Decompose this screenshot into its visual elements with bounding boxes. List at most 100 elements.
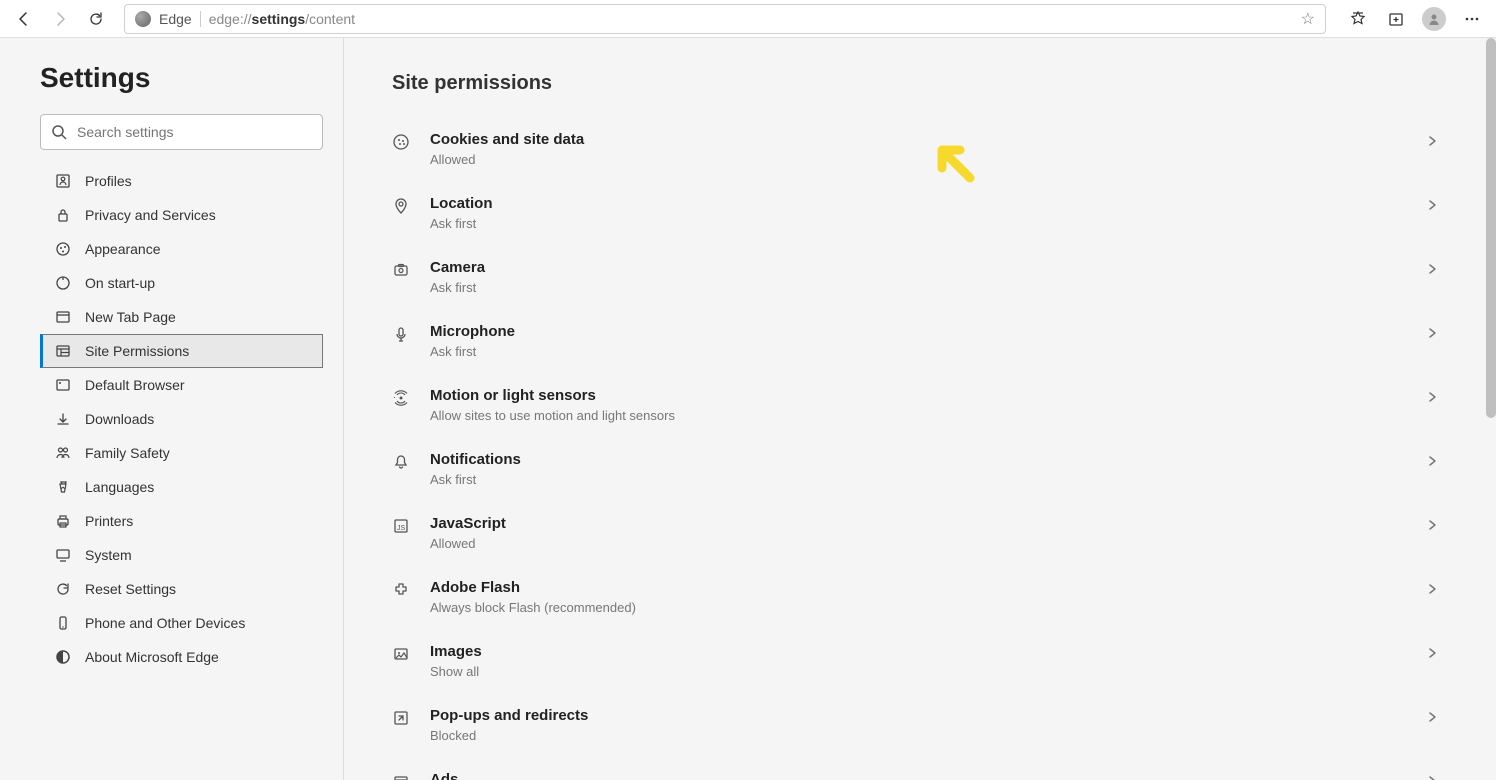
nav-icon xyxy=(55,309,71,325)
nav-label: Reset Settings xyxy=(85,581,176,597)
nav-icon xyxy=(55,513,71,529)
nav-icon xyxy=(55,241,71,257)
permission-icon xyxy=(392,261,410,279)
permission-title: Camera xyxy=(430,259,1406,276)
permission-icon xyxy=(392,389,410,407)
nav-icon xyxy=(55,173,71,189)
favorites-icon[interactable] xyxy=(1342,3,1374,35)
permission-subtitle: Ask first xyxy=(430,472,1406,487)
permission-body: Cookies and site dataAllowed xyxy=(430,131,1406,167)
sidebar-item-privacy-and-services[interactable]: Privacy and Services xyxy=(40,198,323,232)
svg-text:JS: JS xyxy=(397,525,406,532)
permission-body: MicrophoneAsk first xyxy=(430,323,1406,359)
permission-cookies-and-site-data[interactable]: Cookies and site dataAllowed xyxy=(392,117,1448,181)
sidebar-item-family-safety[interactable]: Family Safety xyxy=(40,436,323,470)
chevron-right-icon xyxy=(1426,455,1438,467)
permission-subtitle: Allowed xyxy=(430,152,1406,167)
url-text: edge://settings/content xyxy=(209,11,355,27)
permission-title: JavaScript xyxy=(430,515,1406,532)
scrollbar[interactable] xyxy=(1486,38,1496,418)
profile-avatar[interactable] xyxy=(1418,3,1450,35)
nav-icon xyxy=(55,207,71,223)
nav-icon xyxy=(55,275,71,291)
search-input[interactable] xyxy=(77,124,312,140)
nav-label: Printers xyxy=(85,513,133,529)
permission-title: Adobe Flash xyxy=(430,579,1406,596)
sidebar-item-printers[interactable]: Printers xyxy=(40,504,323,538)
main-content: Site permissions Cookies and site dataAl… xyxy=(344,38,1496,780)
permission-title: Motion or light sensors xyxy=(430,387,1406,404)
permission-icon xyxy=(392,133,410,151)
nav-label: Phone and Other Devices xyxy=(85,615,245,631)
permission-body: Camera Ask first xyxy=(430,259,1406,295)
sidebar-item-languages[interactable]: Languages xyxy=(40,470,323,504)
nav-label: Family Safety xyxy=(85,445,170,461)
site-label: Edge xyxy=(159,11,192,27)
permission-body: Ads xyxy=(430,771,1406,780)
chevron-right-icon xyxy=(1426,519,1438,531)
permission-icon: JS xyxy=(392,517,410,535)
sidebar-item-system[interactable]: System xyxy=(40,538,323,572)
permission-subtitle: Ask first xyxy=(430,280,1406,295)
back-button[interactable] xyxy=(8,3,40,35)
chevron-right-icon xyxy=(1426,711,1438,723)
nav-icon xyxy=(55,547,71,563)
nav-label: About Microsoft Edge xyxy=(85,649,219,665)
nav-label: Default Browser xyxy=(85,377,185,393)
permission-ads[interactable]: Ads xyxy=(392,757,1448,780)
nav-label: Appearance xyxy=(85,241,161,257)
nav-label: Downloads xyxy=(85,411,154,427)
nav-label: System xyxy=(85,547,132,563)
address-bar[interactable]: Edge edge://settings/content ☆ xyxy=(124,4,1326,34)
sidebar-item-phone-and-other-devices[interactable]: Phone and Other Devices xyxy=(40,606,323,640)
chevron-right-icon xyxy=(1426,391,1438,403)
chevron-right-icon xyxy=(1426,775,1438,780)
chevron-right-icon xyxy=(1426,327,1438,339)
nav-label: Site Permissions xyxy=(85,343,189,359)
nav-icon xyxy=(55,445,71,461)
permission-motion-or-light-sensors[interactable]: Motion or light sensorsAllow sites to us… xyxy=(392,373,1448,437)
sidebar-item-about-microsoft-edge[interactable]: About Microsoft Edge xyxy=(40,640,323,674)
permission-javascript[interactable]: JSJavaScriptAllowed xyxy=(392,501,1448,565)
nav-label: Profiles xyxy=(85,173,132,189)
sidebar-item-on-start-up[interactable]: On start-up xyxy=(40,266,323,300)
sidebar-item-profiles[interactable]: Profiles xyxy=(40,164,323,198)
permission-subtitle: Show all xyxy=(430,664,1406,679)
sidebar-item-reset-settings[interactable]: Reset Settings xyxy=(40,572,323,606)
settings-sidebar: Settings ProfilesPrivacy and ServicesApp… xyxy=(0,38,344,780)
permission-adobe-flash[interactable]: Adobe Flash Always block Flash (recommend… xyxy=(392,565,1448,629)
permission-images[interactable]: Images Show all xyxy=(392,629,1448,693)
permission-icon xyxy=(392,325,410,343)
permission-location[interactable]: LocationAsk first xyxy=(392,181,1448,245)
permission-pop-ups-and-redirects[interactable]: Pop-ups and redirectsBlocked xyxy=(392,693,1448,757)
forward-button[interactable] xyxy=(44,3,76,35)
sidebar-item-new-tab-page[interactable]: New Tab Page xyxy=(40,300,323,334)
nav-icon xyxy=(55,581,71,597)
permission-microphone[interactable]: MicrophoneAsk first xyxy=(392,309,1448,373)
search-settings-box[interactable] xyxy=(40,114,323,150)
permission-body: NotificationsAsk first xyxy=(430,451,1406,487)
favorite-star-icon[interactable]: ☆ xyxy=(1301,9,1315,29)
more-menu-icon[interactable] xyxy=(1456,3,1488,35)
permission-title: Ads xyxy=(430,771,1406,780)
refresh-button[interactable] xyxy=(80,3,112,35)
permissions-list: Cookies and site dataAllowed LocationAsk … xyxy=(392,117,1448,780)
permission-body: Images Show all xyxy=(430,643,1406,679)
collections-icon[interactable] xyxy=(1380,3,1412,35)
sidebar-item-appearance[interactable]: Appearance xyxy=(40,232,323,266)
sidebar-item-downloads[interactable]: Downloads xyxy=(40,402,323,436)
sidebar-item-site-permissions[interactable]: Site Permissions xyxy=(40,334,323,368)
permission-notifications[interactable]: NotificationsAsk first xyxy=(392,437,1448,501)
chevron-right-icon xyxy=(1426,135,1438,147)
chevron-right-icon xyxy=(1426,647,1438,659)
toolbar-right-icons xyxy=(1342,3,1488,35)
nav-label: On start-up xyxy=(85,275,155,291)
permission-camera[interactable]: Camera Ask first xyxy=(392,245,1448,309)
nav-label: New Tab Page xyxy=(85,309,176,325)
permission-subtitle: Always block Flash (recommended) xyxy=(430,600,1406,615)
sidebar-item-default-browser[interactable]: Default Browser xyxy=(40,368,323,402)
nav-icon xyxy=(55,479,71,495)
permission-title: Images xyxy=(430,643,1406,660)
nav-icon xyxy=(55,615,71,631)
permission-icon xyxy=(392,709,410,727)
